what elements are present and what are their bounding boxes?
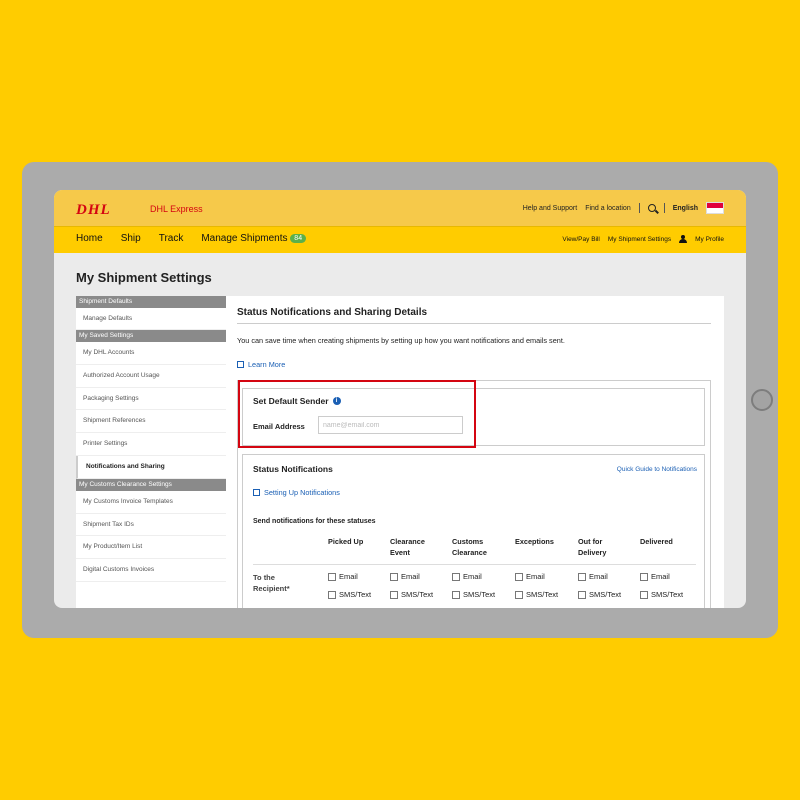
- checkbox[interactable]: [452, 572, 460, 581]
- status-notifications-title: Status Notifications: [253, 464, 333, 474]
- nav-home[interactable]: Home: [76, 233, 103, 244]
- brand-name: DHL Express: [150, 204, 203, 214]
- checkbox-out-for-delivery-email[interactable]: Email: [578, 572, 608, 581]
- checkbox-label: Email: [401, 572, 420, 581]
- checkbox[interactable]: [390, 590, 398, 599]
- edit-doc-icon: [253, 489, 260, 496]
- nav-manage-shipments-label: Manage Shipments: [201, 233, 288, 244]
- quick-guide-link[interactable]: Quick Guide to Notifications: [617, 466, 697, 473]
- column-customs-clearance: Customs Clearance: [452, 537, 487, 557]
- checkbox[interactable]: [328, 590, 336, 599]
- checkbox-label: SMS/Text: [401, 590, 434, 599]
- search-icon[interactable]: [647, 204, 656, 212]
- checkbox-label: Email: [463, 572, 482, 581]
- status-notifications-card: [242, 454, 705, 608]
- dhl-logo[interactable]: DHL: [76, 202, 111, 219]
- sidebar-item-product-item-list[interactable]: My Product/Item List: [76, 536, 226, 560]
- checkbox-out-for-delivery-sms[interactable]: SMS/Text: [578, 590, 621, 599]
- checkbox-label: SMS/Text: [651, 590, 684, 599]
- utility-nav: Help and Support Find a location English: [523, 202, 724, 214]
- sidebar-item-customs-invoice-templates[interactable]: My Customs Invoice Templates: [76, 491, 226, 514]
- column-exceptions: Exceptions: [515, 537, 554, 546]
- setup-notifications-link[interactable]: Setting Up Notifications: [253, 488, 340, 497]
- checkbox-label: Email: [651, 572, 670, 581]
- nav-track[interactable]: Track: [159, 233, 184, 244]
- checkbox-clearance-event-email[interactable]: Email: [390, 572, 420, 581]
- setup-notifications-label: Setting Up Notifications: [264, 488, 340, 497]
- browser-screen: DHL DHL Express Help and Support Find a …: [54, 190, 746, 608]
- checkbox[interactable]: [640, 590, 648, 599]
- nav-manage-shipments[interactable]: Manage Shipments 84: [201, 233, 307, 244]
- nav-ship[interactable]: Ship: [121, 233, 141, 244]
- page-title: My Shipment Settings: [76, 270, 212, 285]
- shipment-settings-link[interactable]: My Shipment Settings: [608, 236, 671, 243]
- checkbox[interactable]: [452, 590, 460, 599]
- checkbox[interactable]: [328, 572, 336, 581]
- checkbox[interactable]: [578, 572, 586, 581]
- singapore-flag-icon[interactable]: [706, 202, 724, 214]
- checkbox[interactable]: [390, 572, 398, 581]
- checkbox-exceptions-email[interactable]: Email: [515, 572, 545, 581]
- checkbox-label: Email: [589, 572, 608, 581]
- checkbox-label: Email: [526, 572, 545, 581]
- sidebar-item-shipment-references[interactable]: Shipment References: [76, 410, 226, 434]
- language-selector[interactable]: English: [673, 205, 698, 212]
- checkbox-customs-clearance-sms[interactable]: SMS/Text: [452, 590, 495, 599]
- sidebar-item-packaging-settings[interactable]: Packaging Settings: [76, 388, 226, 411]
- checkbox-picked-up-sms[interactable]: SMS/Text: [328, 590, 371, 599]
- sidebar-item-dhl-accounts[interactable]: My DHL Accounts: [76, 342, 226, 365]
- column-clearance-event: Clearance Event: [390, 537, 425, 557]
- view-pay-bill-link[interactable]: View/Pay Bill: [562, 236, 599, 243]
- row-label-recipient: To the Recipient*: [253, 573, 290, 593]
- checkbox-exceptions-sms[interactable]: SMS/Text: [515, 590, 558, 599]
- highlight-frame: [238, 380, 476, 448]
- content-area: Set Default Sender i Email Address Statu…: [226, 296, 724, 608]
- sidebar-heading-customs-clearance: My Customs Clearance Settings: [76, 478, 226, 491]
- sidebar-item-authorized-account-usage[interactable]: Authorized Account Usage: [76, 365, 226, 388]
- checkbox[interactable]: [515, 590, 523, 599]
- top-header: DHL DHL Express Help and Support Find a …: [54, 190, 746, 226]
- checkbox-customs-clearance-email[interactable]: Email: [452, 572, 482, 581]
- checkbox[interactable]: [640, 572, 648, 581]
- sidebar-item-notifications-sharing[interactable]: Notifications and Sharing: [76, 455, 226, 479]
- find-location-link[interactable]: Find a location: [585, 205, 631, 212]
- checkbox-label: SMS/Text: [589, 590, 622, 599]
- table-divider: [253, 564, 696, 565]
- column-picked-up: Picked Up: [328, 537, 364, 546]
- sidebar-heading-shipment-defaults: Shipment Defaults: [76, 296, 226, 308]
- shipments-count-badge: 84: [290, 234, 307, 243]
- checkbox-clearance-event-sms[interactable]: SMS/Text: [390, 590, 433, 599]
- checkbox-label: SMS/Text: [526, 590, 559, 599]
- main-nav: Home Ship Track Manage Shipments 84 View…: [54, 226, 746, 253]
- checkbox-label: SMS/Text: [463, 590, 496, 599]
- checkbox-delivered-sms[interactable]: SMS/Text: [640, 590, 683, 599]
- settings-sidebar: Shipment Defaults Manage Defaults My Sav…: [76, 296, 226, 608]
- checkbox[interactable]: [578, 590, 586, 599]
- divider: [638, 203, 640, 213]
- column-delivered: Delivered: [640, 537, 673, 546]
- checkbox[interactable]: [515, 572, 523, 581]
- sidebar-item-printer-settings[interactable]: Printer Settings: [76, 433, 226, 456]
- help-support-link[interactable]: Help and Support: [523, 205, 577, 212]
- checkbox-label: SMS/Text: [339, 590, 372, 599]
- sidebar-item-manage-defaults[interactable]: Manage Defaults: [76, 308, 226, 330]
- send-notifications-label: Send notifications for these statuses: [253, 518, 376, 525]
- my-profile-link[interactable]: My Profile: [695, 236, 724, 243]
- checkbox-picked-up-email[interactable]: Email: [328, 572, 358, 581]
- checkbox-delivered-email[interactable]: Email: [640, 572, 670, 581]
- divider: [663, 203, 665, 213]
- profile-icon[interactable]: [679, 235, 688, 243]
- sidebar-item-shipment-tax-ids[interactable]: Shipment Tax IDs: [76, 514, 226, 537]
- tablet-home-button[interactable]: [751, 389, 773, 411]
- sidebar-item-digital-customs-invoices[interactable]: Digital Customs Invoices: [76, 559, 226, 582]
- column-out-for-delivery: Out for Delivery: [578, 537, 607, 557]
- sidebar-heading-saved-settings: My Saved Settings: [76, 330, 226, 342]
- checkbox-label: Email: [339, 572, 358, 581]
